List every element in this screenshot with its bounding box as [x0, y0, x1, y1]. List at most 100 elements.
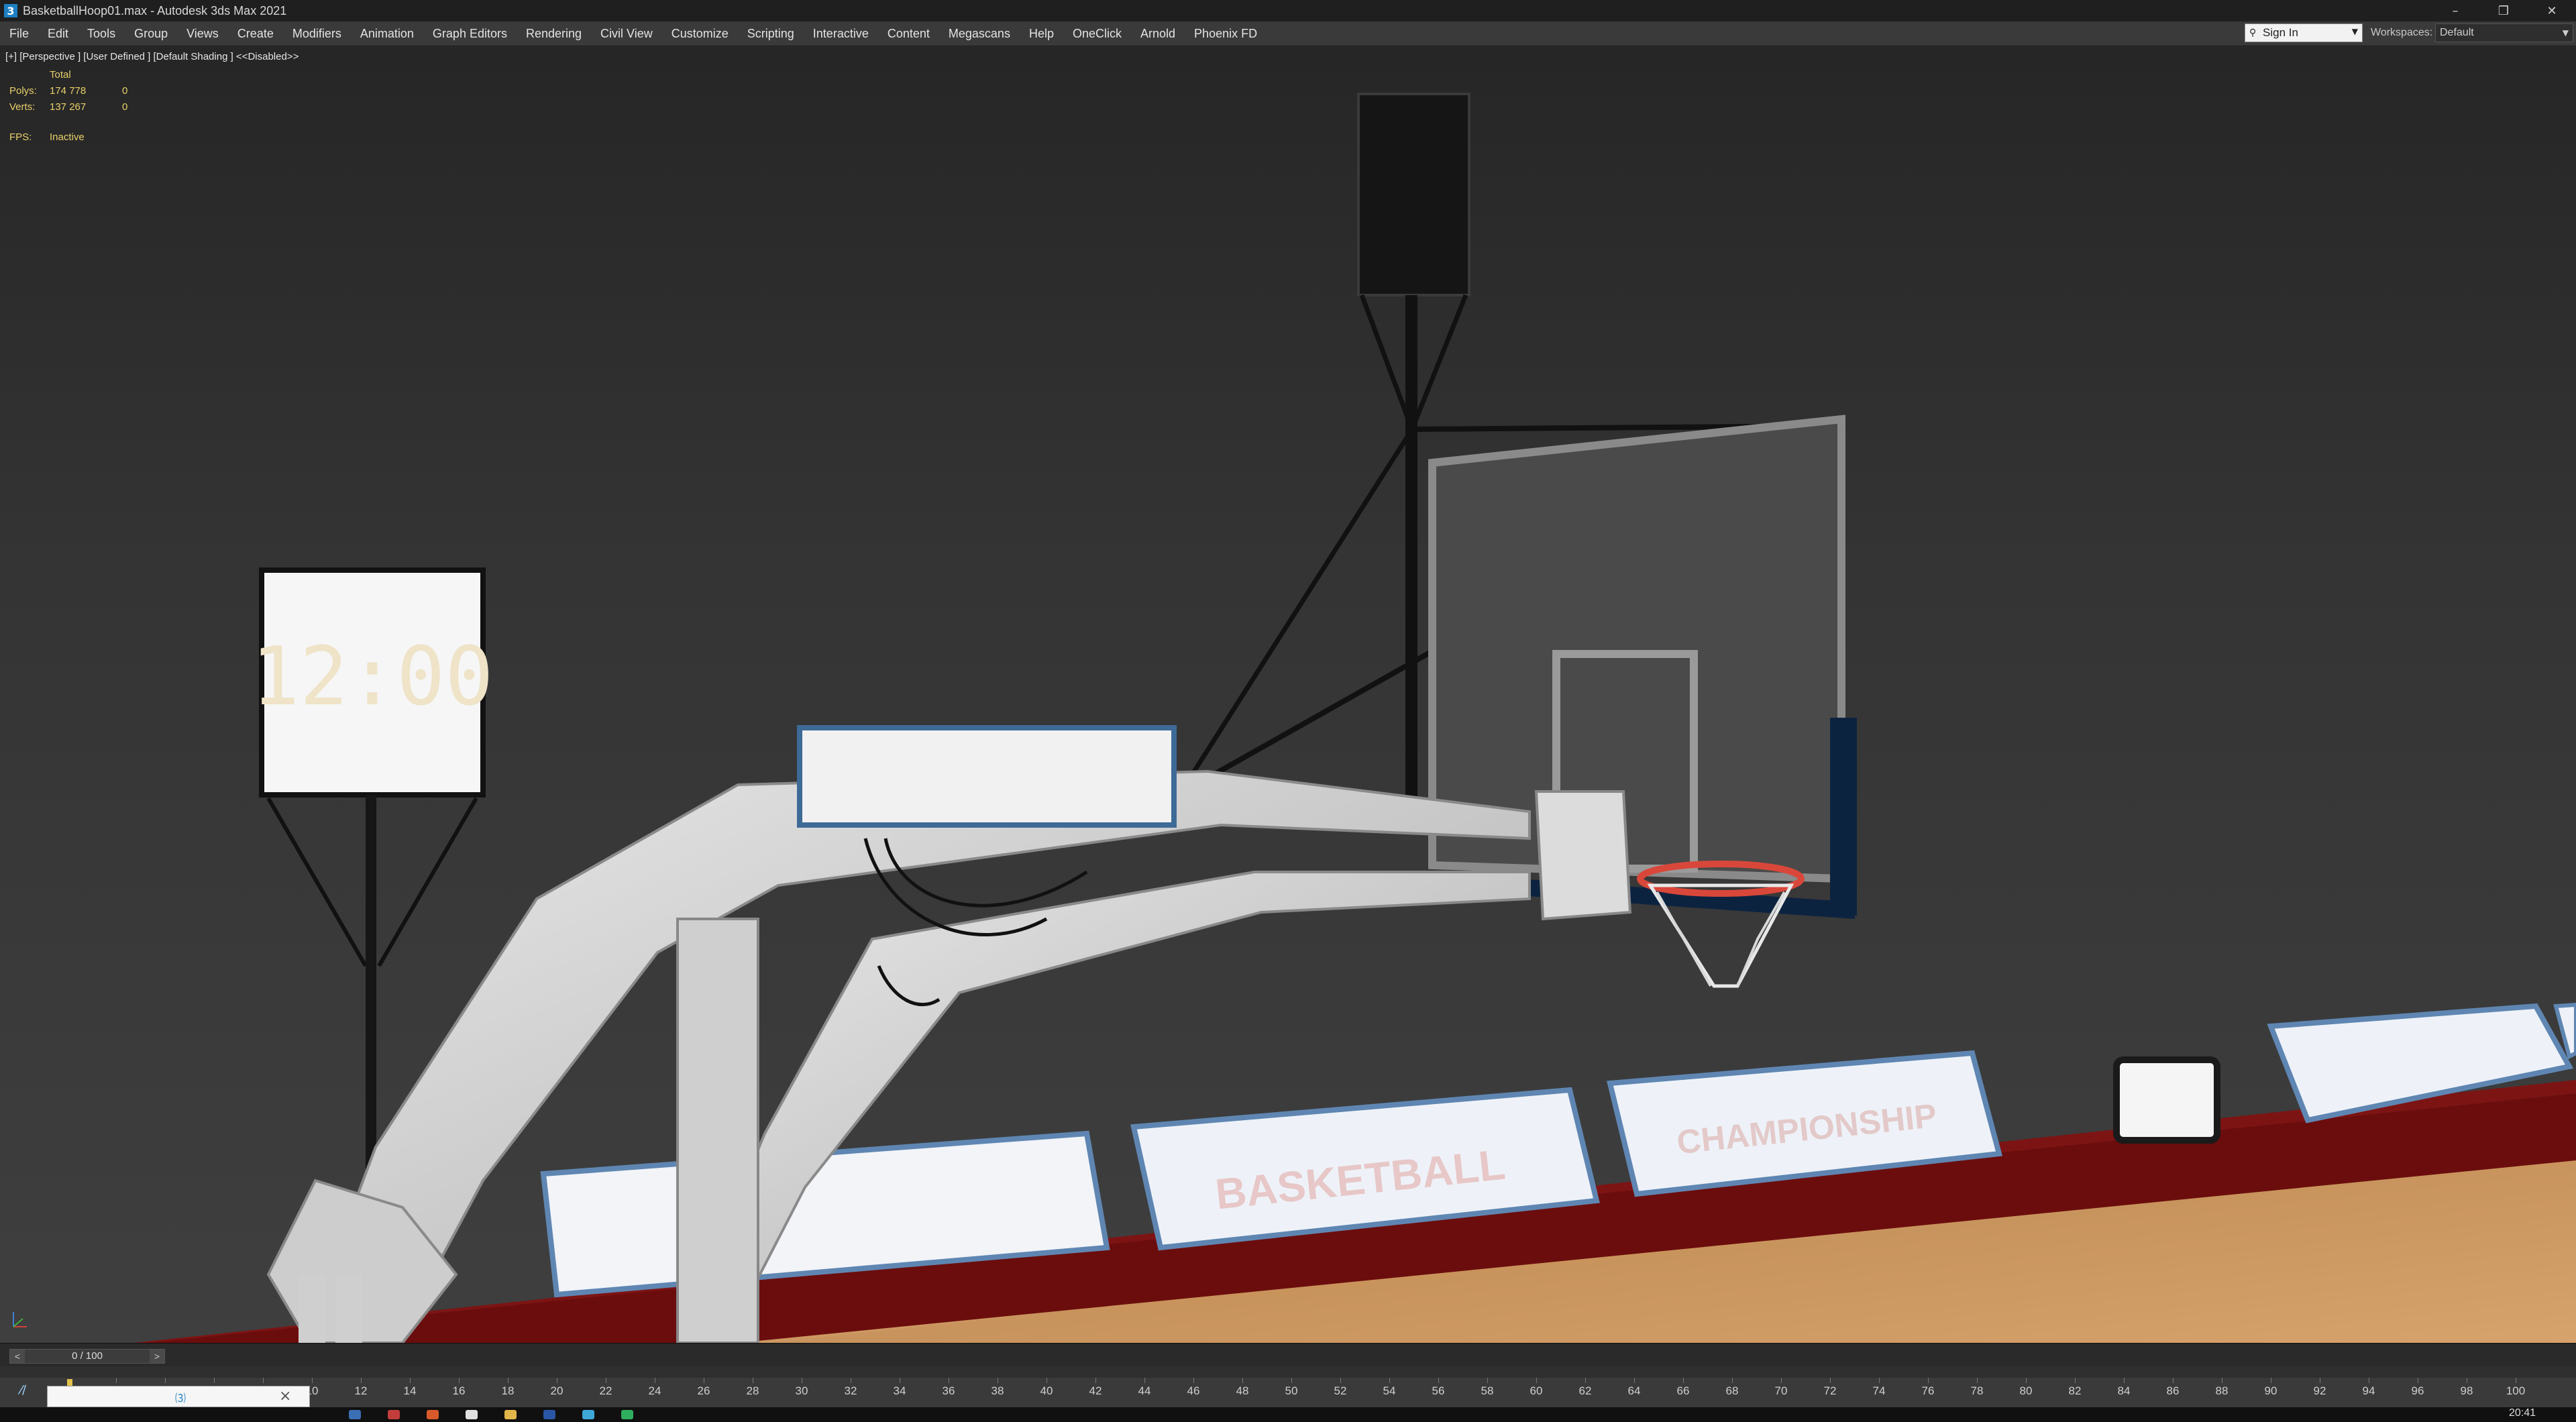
- timeline-tick-label: 60: [1529, 1384, 1543, 1397]
- viewport-label[interactable]: [+] [Perspective ] [User Defined ] [Defa…: [5, 51, 299, 62]
- taskbar-icons: [349, 1410, 633, 1419]
- timeline-tick: [2026, 1378, 2027, 1383]
- timeline-tick-label: 78: [1970, 1384, 1984, 1397]
- taskbar-app-icon[interactable]: [388, 1410, 400, 1419]
- menu-views[interactable]: Views: [177, 21, 228, 46]
- taskbar-app-icon[interactable]: [427, 1410, 439, 1419]
- taskbar-app-icon[interactable]: [621, 1410, 633, 1419]
- taskbar-app-icon[interactable]: [504, 1410, 517, 1419]
- timeline-tick: [1536, 1378, 1537, 1383]
- close-icon[interactable]: ×: [279, 1388, 291, 1405]
- timeline-tick-label: 30: [795, 1384, 808, 1397]
- restore-button[interactable]: ❐: [2479, 0, 2528, 21]
- maxscript-listener[interactable]: ⑶ ×: [47, 1386, 310, 1407]
- speaker-box: [2113, 1056, 2220, 1144]
- chevron-down-icon: ▼: [2562, 28, 2569, 38]
- perspective-viewport[interactable]: BASKETBALL CHAMPIONSHIP 12:00 [+] [Persp…: [0, 47, 2576, 1343]
- menu-create[interactable]: Create: [228, 21, 283, 46]
- menu-group[interactable]: Group: [125, 21, 177, 46]
- timeline-tick-label: 34: [893, 1384, 906, 1397]
- menu-content[interactable]: Content: [878, 21, 939, 46]
- timeline-tick: [263, 1378, 264, 1383]
- base-leg: [335, 1274, 362, 1343]
- timeline-tick: [1144, 1378, 1145, 1383]
- minimize-button[interactable]: –: [2431, 0, 2479, 21]
- shot-clock-time: 12:00: [251, 631, 493, 724]
- timeline-tick-label: 20: [550, 1384, 564, 1397]
- sign-in-dropdown[interactable]: ⚲ Sign In ▼: [2245, 23, 2363, 42]
- timeline-tick: [214, 1378, 215, 1383]
- 3dsmax-app-icon[interactable]: 3: [4, 4, 17, 17]
- menu-phoenix-fd[interactable]: Phoenix FD: [1185, 21, 1267, 46]
- timeline-tick-label: 100: [2506, 1384, 2526, 1397]
- timeline-ruler[interactable]: ⁄∕ 2468101214161820222426283032343638404…: [0, 1378, 2576, 1407]
- support-cable: [1192, 428, 1414, 773]
- taskbar-clock[interactable]: 20:41: [2509, 1407, 2536, 1419]
- timeline-tick-label: 84: [2117, 1384, 2131, 1397]
- timeline-tick: [1585, 1378, 1586, 1383]
- timeline-tick: [1340, 1378, 1341, 1383]
- menu-modifiers[interactable]: Modifiers: [283, 21, 351, 46]
- menu-rendering[interactable]: Rendering: [517, 21, 591, 46]
- timeline-tick-label: 38: [991, 1384, 1004, 1397]
- polys-selected: 0: [122, 85, 128, 97]
- menu-oneclick[interactable]: OneClick: [1063, 21, 1131, 46]
- menu-customize[interactable]: Customize: [662, 21, 738, 46]
- timeline-tick-label: 26: [697, 1384, 710, 1397]
- timeline-tick-label: 14: [403, 1384, 417, 1397]
- menu-animation[interactable]: Animation: [351, 21, 423, 46]
- timeline-tick: [1046, 1378, 1047, 1383]
- timeline-tick: [410, 1378, 411, 1383]
- timeline-tick-label: 44: [1138, 1384, 1151, 1397]
- boom-display: [797, 725, 1177, 828]
- menu-graph-editors[interactable]: Graph Editors: [423, 21, 517, 46]
- timeline-tick: [1928, 1378, 1929, 1383]
- timeline-tick: [1438, 1378, 1439, 1383]
- workspaces-value: Default: [2440, 27, 2474, 38]
- menu-file[interactable]: File: [0, 21, 38, 46]
- timeline-tick-label: 22: [599, 1384, 612, 1397]
- support-cable: [1409, 294, 1468, 431]
- timeline-tick-label: 32: [844, 1384, 857, 1397]
- support-cable: [1359, 294, 1415, 431]
- user-icon: ⚲: [2249, 28, 2257, 38]
- timeline-tick-label: 40: [1040, 1384, 1053, 1397]
- timeline-tick-label: 96: [2411, 1384, 2424, 1397]
- title-bar: 3 BasketballHoop01.max - Autodesk 3ds Ma…: [0, 0, 2576, 21]
- timeline-tick-label: 58: [1481, 1384, 1494, 1397]
- next-frame-button[interactable]: >: [150, 1350, 164, 1363]
- fps-value: Inactive: [50, 131, 85, 143]
- timeline-tick: [1487, 1378, 1488, 1383]
- timeline-tick-label: 56: [1432, 1384, 1445, 1397]
- timeline-tick-label: 68: [1725, 1384, 1739, 1397]
- menu-bar: File Edit Tools Group Views Create Modif…: [0, 21, 2576, 46]
- menu-interactive[interactable]: Interactive: [804, 21, 878, 46]
- key-filter-icon[interactable]: ⁄∕: [20, 1383, 26, 1397]
- workspaces-select[interactable]: Default ▼: [2435, 23, 2573, 42]
- taskbar-app-icon[interactable]: [543, 1410, 555, 1419]
- fps-label: FPS:: [9, 131, 32, 143]
- time-slider[interactable]: < 0 / 100 >: [9, 1349, 165, 1364]
- menu-tools[interactable]: Tools: [78, 21, 125, 46]
- 3dsmax-icon: ⑶: [175, 1392, 186, 1405]
- menu-arnold[interactable]: Arnold: [1131, 21, 1185, 46]
- timeline-tick-label: 52: [1334, 1384, 1347, 1397]
- close-button[interactable]: ✕: [2528, 0, 2576, 21]
- timeline-tick: [1879, 1378, 1880, 1383]
- menu-civil-view[interactable]: Civil View: [591, 21, 662, 46]
- timeline-tick-label: 28: [746, 1384, 759, 1397]
- track-bar[interactable]: [0, 1366, 2576, 1378]
- timeline-tick-label: 24: [648, 1384, 661, 1397]
- menu-edit[interactable]: Edit: [38, 21, 78, 46]
- timeline-tick: [459, 1378, 460, 1383]
- taskbar-app-icon[interactable]: [349, 1410, 361, 1419]
- menu-megascans[interactable]: Megascans: [939, 21, 1020, 46]
- taskbar-app-icon[interactable]: [466, 1410, 478, 1419]
- menu-help[interactable]: Help: [1020, 21, 1063, 46]
- menu-scripting[interactable]: Scripting: [738, 21, 804, 46]
- taskbar-app-icon[interactable]: [582, 1410, 594, 1419]
- timeline-tick-label: 16: [452, 1384, 466, 1397]
- timeline-tick: [2075, 1378, 2076, 1383]
- timeline-tick: [1242, 1378, 1243, 1383]
- timeline-tick: [1732, 1378, 1733, 1383]
